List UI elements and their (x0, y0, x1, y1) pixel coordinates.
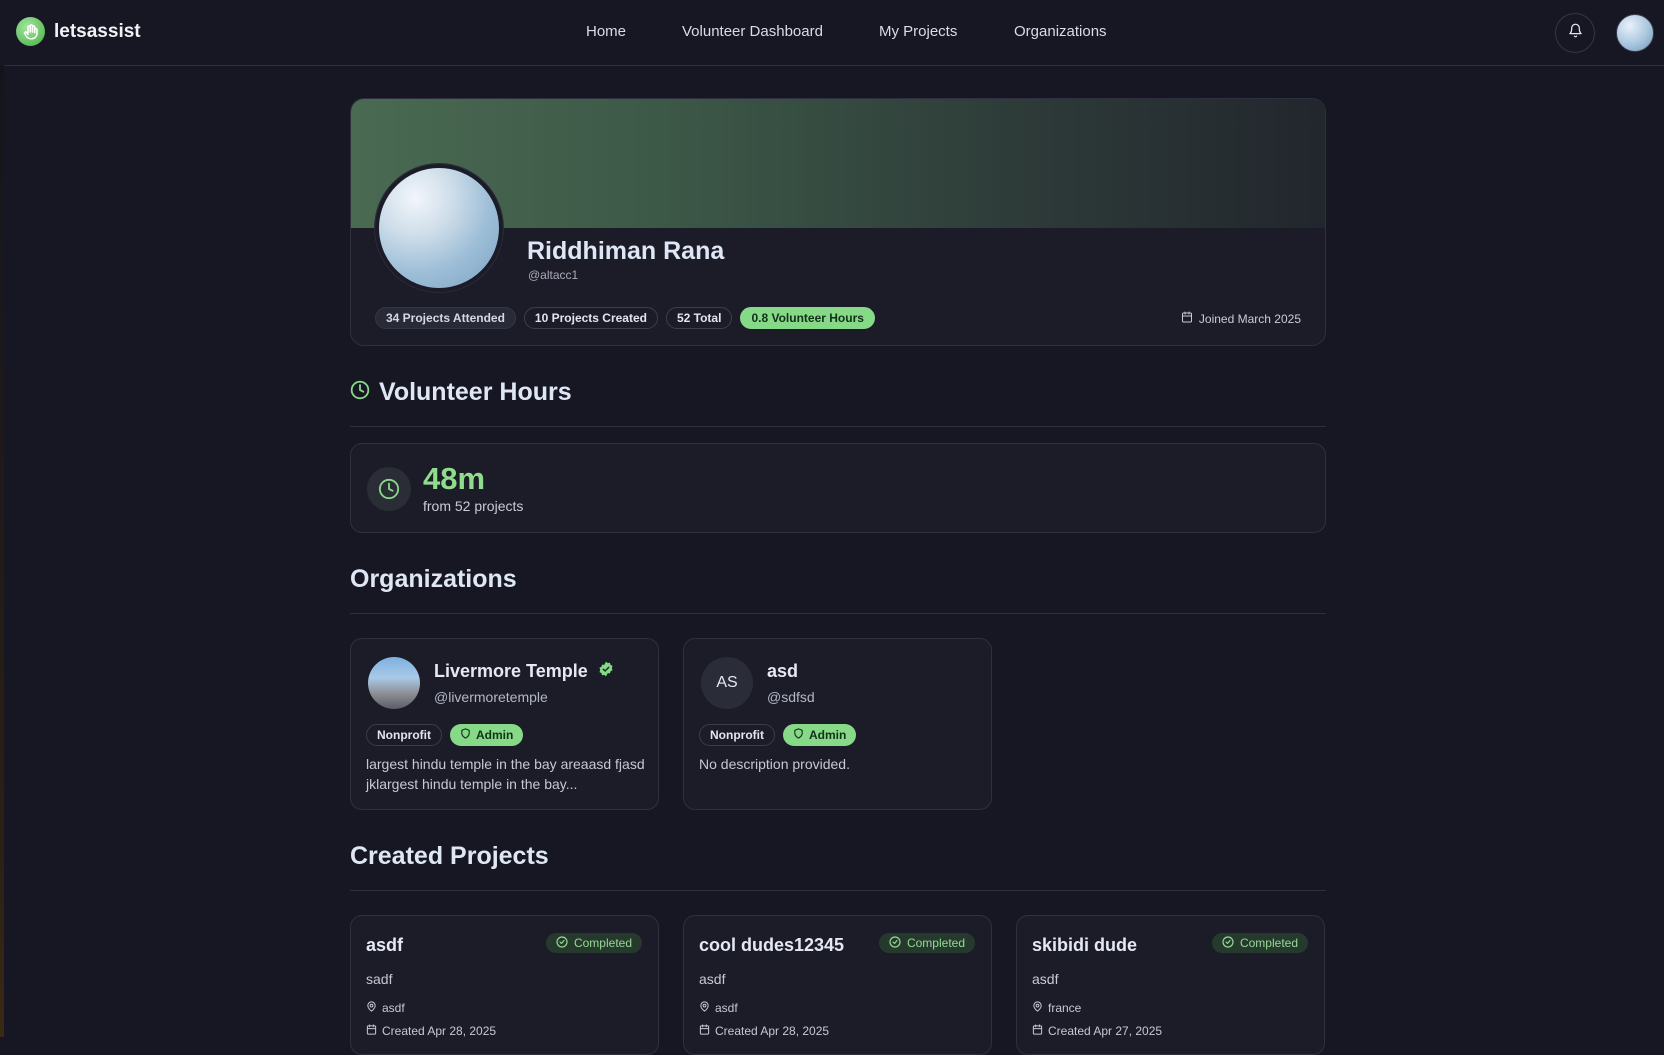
hours-subtitle: from 52 projects (423, 498, 524, 514)
profile-card: Riddhiman Rana @altacc1 34 Projects Atte… (350, 98, 1326, 346)
organization-handle: @sdfsd (767, 689, 815, 705)
organization-avatar (368, 657, 420, 709)
calendar-icon (366, 1024, 377, 1038)
project-description: asdf (699, 971, 726, 987)
created-text: Created Apr 28, 2025 (382, 1024, 497, 1038)
organizations-title: Organizations (350, 565, 517, 593)
project-description: asdf (1032, 971, 1059, 987)
section-divider (350, 426, 1326, 427)
clock-icon (350, 378, 370, 407)
main-nav: Home Volunteer Dashboard My Projects Org… (4, 23, 1664, 43)
organization-avatar: AS (701, 657, 753, 709)
check-circle-icon (1222, 935, 1234, 951)
check-circle-icon (889, 935, 901, 951)
created-projects-title: Created Projects (350, 842, 549, 870)
project-title: cool dudes12345 (699, 935, 845, 955)
check-circle-icon (556, 935, 568, 951)
location-text: asdf (715, 1001, 738, 1015)
profile-name: Riddhiman Rana (527, 237, 725, 265)
joined-date: Joined March 2025 (1181, 311, 1301, 326)
role-tag: Admin (449, 724, 524, 746)
status-badge: Completed (878, 933, 975, 953)
organization-description: No description provided. (699, 756, 850, 772)
project-created-date: Created Apr 27, 2025 (1032, 1024, 1162, 1038)
role-tag: Admin (782, 724, 857, 746)
section-divider (350, 613, 1326, 614)
hours-value: 48m (423, 461, 486, 496)
project-card[interactable]: cool dudes12345 Completed asdf asdf Crea… (683, 915, 992, 1055)
project-location: asdf (366, 1001, 405, 1015)
project-description: sadf (366, 971, 393, 987)
status-badge: Completed (1211, 933, 1308, 953)
project-location: asdf (699, 1001, 738, 1015)
project-location: france (1032, 1001, 1081, 1015)
profile-handle: @altacc1 (528, 268, 579, 282)
role-text: Admin (808, 728, 847, 742)
status-badge: Completed (545, 933, 642, 953)
created-text: Created Apr 28, 2025 (715, 1024, 830, 1038)
volunteer-hours-badge: 0.8 Volunteer Hours (740, 307, 875, 329)
notifications-button[interactable] (1555, 13, 1595, 53)
total-badge: 52 Total (665, 307, 733, 329)
nav-home[interactable]: Home (586, 23, 626, 40)
organization-tags: Nonprofit Admin (366, 724, 524, 746)
volunteer-hours-card: 48m from 52 projects (350, 443, 1326, 533)
clock-icon (367, 467, 411, 511)
calendar-icon (1181, 311, 1193, 326)
shield-icon (460, 728, 471, 742)
top-nav: letsassist Home Volunteer Dashboard My P… (4, 0, 1664, 66)
map-pin-icon (366, 1001, 377, 1015)
user-avatar-button[interactable] (1616, 14, 1654, 52)
organization-name-text: Livermore Temple (434, 661, 588, 681)
organization-name-text: asd (767, 661, 799, 681)
bell-icon (1568, 23, 1583, 43)
created-projects-heading: Created Projects (350, 842, 549, 871)
status-text: Completed (1239, 936, 1298, 950)
shield-icon (793, 728, 804, 742)
map-pin-icon (699, 1001, 710, 1015)
project-title: skibidi dude (1032, 935, 1138, 955)
nav-my-projects[interactable]: My Projects (879, 23, 957, 40)
nav-volunteer-dashboard[interactable]: Volunteer Dashboard (682, 23, 823, 40)
project-card[interactable]: skibidi dude Completed asdf france Creat… (1016, 915, 1325, 1055)
map-pin-icon (1032, 1001, 1043, 1015)
profile-stats: 34 Projects Attended 10 Projects Created… (375, 307, 875, 329)
nav-organizations[interactable]: Organizations (1014, 23, 1107, 40)
location-text: asdf (382, 1001, 405, 1015)
organization-type-tag: Nonprofit (699, 724, 775, 746)
window-edge (0, 66, 4, 1037)
status-text: Completed (573, 936, 632, 950)
project-created-date: Created Apr 28, 2025 (699, 1024, 829, 1038)
projects-created-badge: 10 Projects Created (523, 307, 658, 329)
organization-name: Livermore Temple (434, 661, 614, 682)
organization-description: largest hindu temple in the bay areaasd … (366, 756, 645, 792)
profile-avatar (375, 164, 503, 292)
organizations-heading: Organizations (350, 565, 517, 594)
organization-card[interactable]: AS asd @sdfsd Nonprofit Admin No descrip… (683, 638, 992, 810)
status-text: Completed (906, 936, 965, 950)
organization-card[interactable]: Livermore Temple @livermoretemple Nonpro… (350, 638, 659, 810)
organization-handle: @livermoretemple (434, 689, 548, 705)
project-created-date: Created Apr 28, 2025 (366, 1024, 496, 1038)
location-text: france (1048, 1001, 1082, 1015)
calendar-icon (1032, 1024, 1043, 1038)
section-divider (350, 890, 1326, 891)
project-card[interactable]: asdf Completed sadf asdf Created Apr 28,… (350, 915, 659, 1055)
role-text: Admin (475, 728, 514, 742)
organization-type-tag: Nonprofit (366, 724, 442, 746)
projects-attended-badge: 34 Projects Attended (375, 307, 516, 329)
project-title: asdf (366, 935, 404, 955)
calendar-icon (699, 1024, 710, 1038)
volunteer-hours-title: Volunteer Hours (379, 378, 572, 406)
volunteer-hours-heading: Volunteer Hours (350, 378, 572, 407)
joined-text: Joined March 2025 (1198, 311, 1301, 326)
organization-tags: Nonprofit Admin (699, 724, 857, 746)
verified-badge-icon (598, 661, 614, 682)
organization-name: asd (767, 661, 798, 682)
created-text: Created Apr 27, 2025 (1048, 1024, 1163, 1038)
